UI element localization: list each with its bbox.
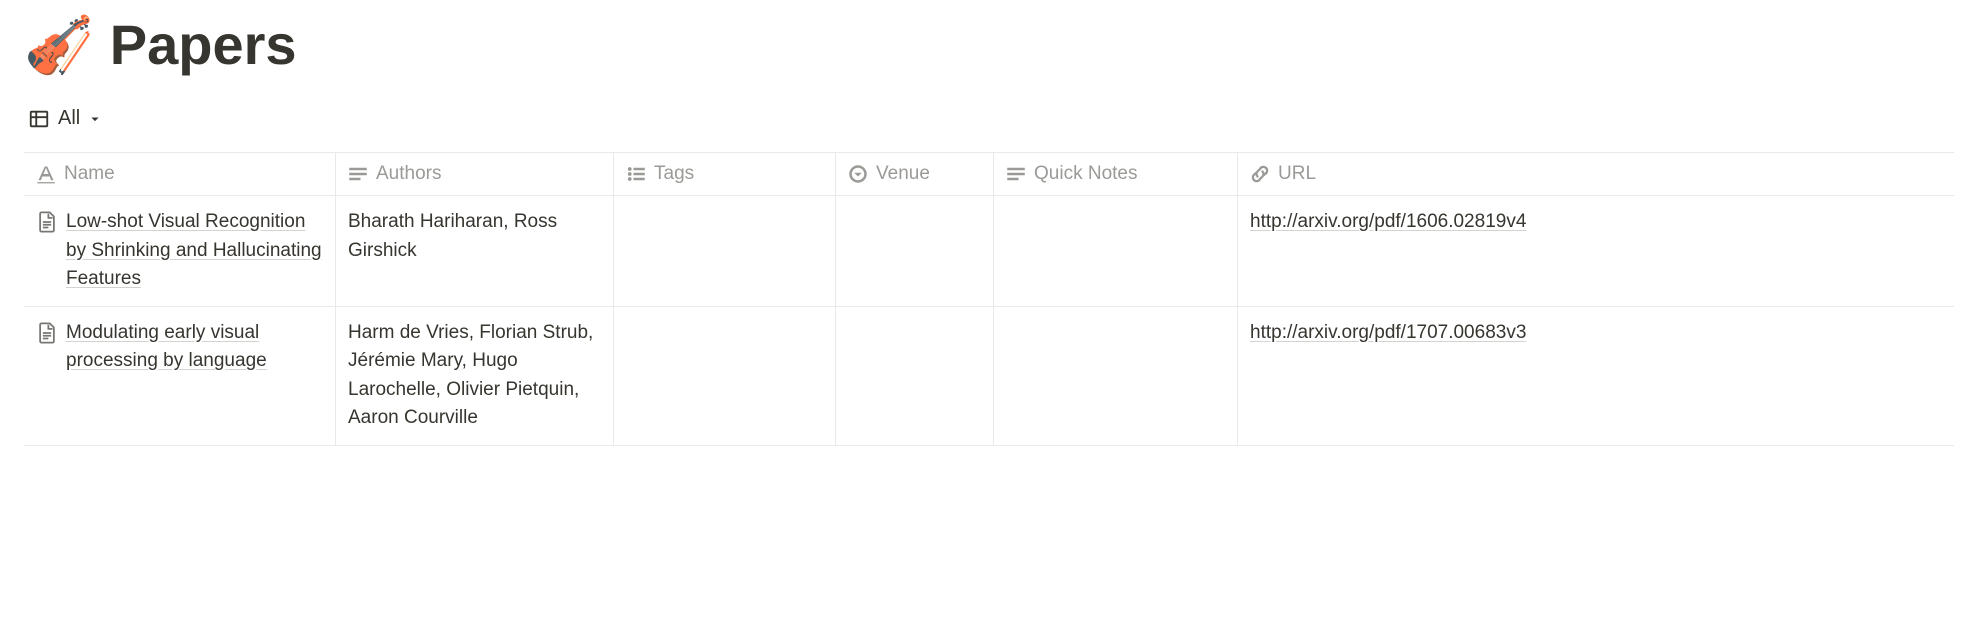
page-title-link[interactable]: Low-shot Visual Recognition by Shrinking… (66, 208, 323, 294)
view-selector[interactable]: All (24, 101, 106, 136)
view-label: All (58, 107, 80, 130)
database-table: Name Authors Tags Venue Quick Notes URL (24, 152, 1954, 446)
page-header: 🎻 Papers (24, 0, 1954, 101)
column-header-quick-notes[interactable]: Quick Notes (994, 153, 1238, 195)
column-header-venue[interactable]: Venue (836, 153, 994, 195)
cell-url[interactable]: http://arxiv.org/pdf/1707.00683v3 (1238, 307, 1954, 445)
table-icon (28, 108, 50, 130)
column-header-tags[interactable]: Tags (614, 153, 836, 195)
cell-authors[interactable]: Bharath Hariharan, Ross Girshick (336, 196, 614, 306)
cell-venue[interactable] (836, 307, 994, 445)
column-header-name[interactable]: Name (24, 153, 336, 195)
url-link[interactable]: http://arxiv.org/pdf/1606.02819v4 (1250, 211, 1526, 232)
page-icon[interactable]: 🎻 (24, 17, 94, 73)
url-link[interactable]: http://arxiv.org/pdf/1707.00683v3 (1250, 322, 1526, 343)
cell-venue[interactable] (836, 196, 994, 306)
cell-name[interactable]: Modulating early visual processing by la… (24, 307, 336, 445)
cell-tags[interactable] (614, 196, 836, 306)
column-label: Venue (876, 163, 930, 185)
select-property-icon (848, 164, 868, 184)
page-title[interactable]: Papers (110, 12, 297, 77)
title-property-icon (36, 164, 56, 184)
table-header-row: Name Authors Tags Venue Quick Notes URL (24, 153, 1954, 196)
text-property-icon (348, 164, 368, 184)
page-title-link[interactable]: Modulating early visual processing by la… (66, 319, 323, 376)
cell-quick-notes[interactable] (994, 307, 1238, 445)
cell-tags[interactable] (614, 307, 836, 445)
chevron-down-icon (88, 112, 102, 126)
column-label: Authors (376, 163, 441, 185)
cell-authors[interactable]: Harm de Vries, Florian Strub, Jérémie Ma… (336, 307, 614, 445)
multiselect-property-icon (626, 164, 646, 184)
column-label: Tags (654, 163, 694, 185)
cell-url[interactable]: http://arxiv.org/pdf/1606.02819v4 (1238, 196, 1954, 306)
table-row[interactable]: Modulating early visual processing by la… (24, 307, 1954, 446)
column-header-authors[interactable]: Authors (336, 153, 614, 195)
cell-name[interactable]: Low-shot Visual Recognition by Shrinking… (24, 196, 336, 306)
page-icon (36, 322, 58, 344)
column-label: Quick Notes (1034, 163, 1137, 185)
page-icon (36, 211, 58, 233)
column-header-url[interactable]: URL (1238, 153, 1954, 195)
table-row[interactable]: Low-shot Visual Recognition by Shrinking… (24, 196, 1954, 307)
column-label: Name (64, 163, 115, 185)
url-property-icon (1250, 164, 1270, 184)
cell-quick-notes[interactable] (994, 196, 1238, 306)
column-label: URL (1278, 163, 1316, 185)
text-property-icon (1006, 164, 1026, 184)
